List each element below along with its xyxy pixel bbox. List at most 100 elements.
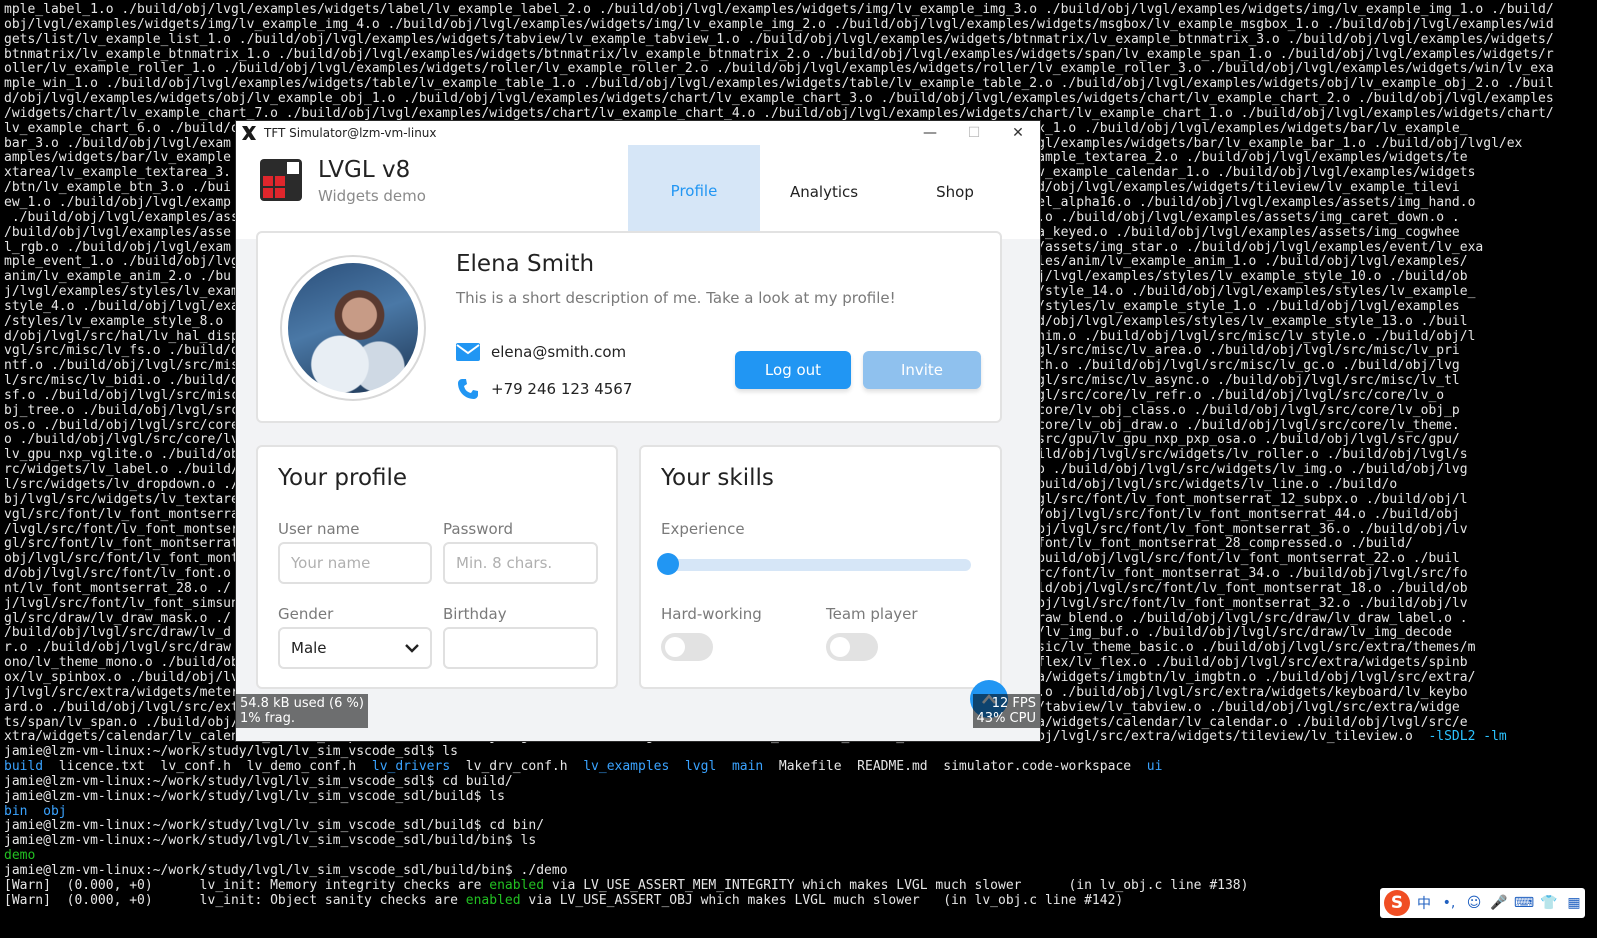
terminal-line: jamie@lzm-vm-linux:~/work/study/lvgl/lv_… xyxy=(4,775,1597,790)
username-label: User name xyxy=(278,520,360,538)
chevron-down-icon xyxy=(405,644,419,653)
terminal-text: btnmatrix/lv_example_btnmatrix_1.o ./bui… xyxy=(4,47,1554,62)
gender-label: Gender xyxy=(278,605,334,623)
file-name: Makefile README.md simulator.code-worksp… xyxy=(763,760,1147,775)
terminal-text: obj/lvgl/examples/widgets/img/lv_example… xyxy=(4,17,1554,32)
fps-value: 12 FPS xyxy=(991,696,1036,711)
terminal-line: gets/list/lv_example_list_1.o ./build/ob… xyxy=(4,33,1597,48)
terminal-text: oller/lv_example_roller_1.o ./build/obj/… xyxy=(4,62,1554,77)
close-button[interactable]: ✕ xyxy=(996,121,1040,145)
directory-name: lvgl xyxy=(684,760,717,775)
terminal-line: btnmatrix/lv_example_btnmatrix_1.o ./bui… xyxy=(4,48,1597,63)
profile-description: This is a short description of me. Take … xyxy=(456,289,896,307)
terminal-line: bin obj xyxy=(4,805,1597,820)
tab-analytics-label: Analytics xyxy=(789,183,859,201)
logout-button[interactable]: Log out xyxy=(735,351,851,389)
username-input[interactable]: Your name xyxy=(278,542,432,584)
terminal-text: gets/list/lv_example_list_1.o ./build/ob… xyxy=(4,32,1554,47)
terminal-line: jamie@lzm-vm-linux:~/work/study/lvgl/lv_… xyxy=(4,834,1597,849)
directory-name: bin xyxy=(4,804,28,819)
birthday-input[interactable] xyxy=(443,627,598,669)
cpu-value: 43% CPU xyxy=(976,711,1036,726)
ime-punctuation-icon[interactable]: •, xyxy=(1438,892,1460,914)
terminal-line: mple_win_1.o ./build/obj/lvgl/examples/w… xyxy=(4,77,1597,92)
keyword-enabled: enabled xyxy=(465,893,521,908)
terminal-text: jamie@lzm-vm-linux:~/work/study/lvgl/lv_… xyxy=(4,745,458,760)
directory-name: main xyxy=(731,760,764,775)
linker-flags: -lSDL2 -lm xyxy=(1428,730,1507,745)
file-name: licence.txt lv_conf.h lv_demo_conf.h xyxy=(43,760,372,775)
experience-slider[interactable] xyxy=(667,559,971,571)
terminal-text: /widgets/chart/lv_example_chart_7.o ./bu… xyxy=(4,106,1554,121)
close-icon: ✕ xyxy=(1012,125,1024,141)
sogou-logo-icon[interactable]: S xyxy=(1384,890,1410,916)
window-titlebar[interactable]: TFT Simulator@lzm-vm-linux — ☐ ✕ xyxy=(236,121,1040,145)
experience-label: Experience xyxy=(661,520,745,538)
minimize-button[interactable]: — xyxy=(908,121,952,145)
terminal-line: [Warn] (0.000, +0) lv_init: Object sanit… xyxy=(4,894,1597,909)
terminal-text: jamie@lzm-vm-linux:~/work/study/lvgl/lv_… xyxy=(4,789,505,804)
phone-text: +79 246 123 4567 xyxy=(491,380,633,398)
warning-text: via LV_USE_ASSERT_OBJ which makes LVGL m… xyxy=(520,893,1124,908)
terminal-line: jamie@lzm-vm-linux:~/work/study/lvgl/lv_… xyxy=(4,745,1597,760)
file-name xyxy=(716,760,732,774)
email-row: elena@smith.com xyxy=(456,341,626,363)
window-title: TFT Simulator@lzm-vm-linux xyxy=(264,126,437,140)
username-placeholder: Your name xyxy=(291,554,371,572)
warning-text: [Warn] (0.000, +0) lv_init: Object sanit… xyxy=(4,893,466,908)
simulator-window: TFT Simulator@lzm-vm-linux — ☐ ✕ LVGL v8… xyxy=(236,121,1040,741)
gender-value: Male xyxy=(291,639,327,657)
terminal-text: mple_label_1.o ./build/obj/lvgl/examples… xyxy=(4,3,1554,17)
password-input[interactable]: Min. 8 chars. xyxy=(443,542,598,584)
file-name xyxy=(669,760,685,774)
invite-button[interactable]: Invite xyxy=(863,351,981,389)
ime-emoji-icon[interactable]: ☺ xyxy=(1463,892,1485,914)
app-header: LVGL v8 Widgets demo Profile Analytics S… xyxy=(236,145,1040,239)
tab-analytics[interactable]: Analytics xyxy=(758,145,890,239)
directory-name: build xyxy=(4,760,44,775)
tab-shop[interactable]: Shop xyxy=(889,145,1021,239)
app-subtitle: Widgets demo xyxy=(318,187,426,205)
ime-keyboard-icon[interactable]: ⌨ xyxy=(1513,892,1535,914)
ime-toolbox-icon[interactable]: ▦ xyxy=(1563,892,1585,914)
file-name: lv_drv_conf.h xyxy=(450,760,584,775)
experience-slider-knob[interactable] xyxy=(657,553,679,575)
maximize-icon: ☐ xyxy=(967,125,981,141)
ime-language-toggle[interactable]: 中 xyxy=(1413,892,1435,914)
password-label: Password xyxy=(443,520,514,538)
password-placeholder: Min. 8 chars. xyxy=(456,554,553,572)
maximize-button[interactable]: ☐ xyxy=(952,121,996,145)
memory-used: 54.8 kB used (6 %) xyxy=(240,696,364,711)
terminal-text: jamie@lzm-vm-linux:~/work/study/lvgl/lv_… xyxy=(4,819,545,834)
terminal-line: demo xyxy=(4,849,1597,864)
warning-text: [Warn] (0.000, +0) lv_init: Memory integ… xyxy=(4,878,490,893)
memory-frag: 1% frag. xyxy=(240,711,296,726)
gender-dropdown[interactable]: Male xyxy=(278,627,432,669)
executable-name: demo xyxy=(4,849,36,864)
tab-profile-label: Profile xyxy=(670,181,718,200)
terminal-line: /widgets/chart/lv_example_chart_7.o ./bu… xyxy=(4,107,1597,122)
app-title: LVGL v8 xyxy=(318,157,411,183)
your-profile-title: Your profile xyxy=(278,465,408,491)
ime-toolbar[interactable]: S 中 •, ☺ 🎤 ⌨ 👕 ▦ xyxy=(1380,888,1585,918)
ime-voice-icon[interactable]: 🎤 xyxy=(1488,892,1510,914)
tab-profile[interactable]: Profile xyxy=(628,145,760,239)
profile-card: Elena Smith This is a short description … xyxy=(256,231,1002,423)
terminal-line: oller/lv_example_roller_1.o ./build/obj/… xyxy=(4,62,1597,77)
email-text: elena@smith.com xyxy=(491,343,627,361)
teamplayer-switch[interactable] xyxy=(826,633,878,661)
your-profile-card: Your profile User name Your name Passwor… xyxy=(256,445,618,689)
phone-icon xyxy=(456,378,480,400)
terminal-line: jamie@lzm-vm-linux:~/work/study/lvgl/lv_… xyxy=(4,819,1597,834)
ime-skin-icon[interactable]: 👕 xyxy=(1538,892,1560,914)
hardworking-switch[interactable] xyxy=(661,633,713,661)
terminal-line: jamie@lzm-vm-linux:~/work/study/lvgl/lv_… xyxy=(4,790,1597,805)
directory-name: ui xyxy=(1146,760,1163,775)
envelope-icon xyxy=(456,341,480,363)
your-skills-card: Your skills Experience Hard-working Team… xyxy=(639,445,1002,689)
directory-name: lv_examples xyxy=(583,760,670,775)
terminal-line: [Warn] (0.000, +0) lv_init: Memory integ… xyxy=(4,879,1597,894)
teamplayer-label: Team player xyxy=(826,605,918,623)
terminal-line: build licence.txt lv_conf.h lv_demo_conf… xyxy=(4,760,1597,775)
avatar-photo xyxy=(288,263,418,393)
